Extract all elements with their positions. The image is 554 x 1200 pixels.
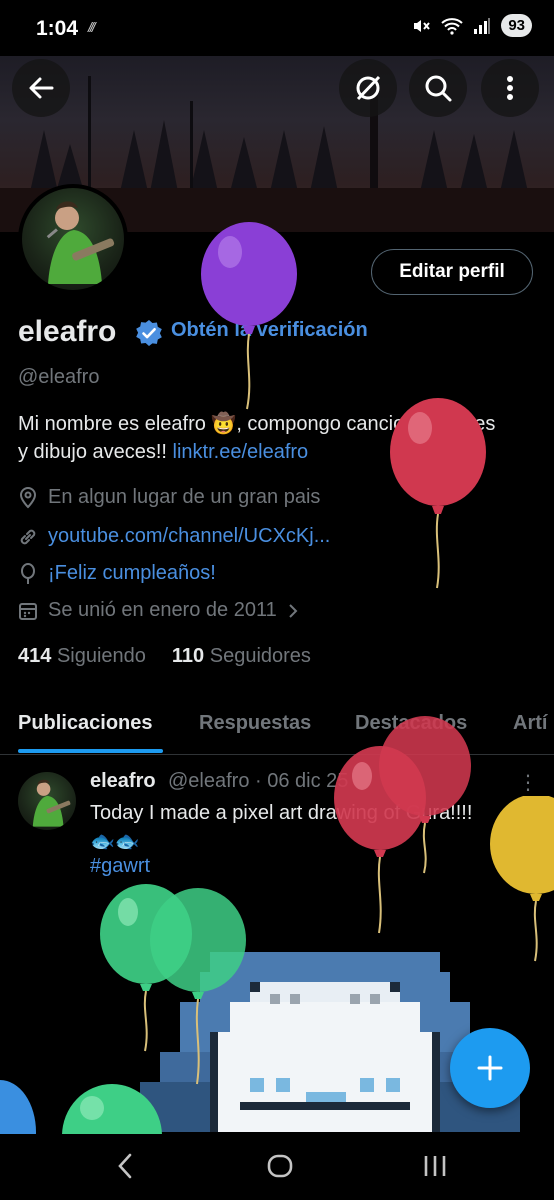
mute-icon (414, 19, 431, 32)
green-balloon-icon (150, 888, 246, 1085)
blue-balloon-icon (0, 1080, 36, 1134)
signal-icon (474, 17, 491, 34)
profile-handle: @eleafro (18, 366, 100, 388)
profile-avatar[interactable] (18, 184, 128, 294)
vertical-ellipsis-icon (507, 76, 513, 100)
birthday-link[interactable]: ¡Feliz cumpleaños! (48, 562, 216, 585)
yellow-balloon-icon (490, 796, 554, 962)
website-row: youtube.com/channel/UCXcKj... (18, 525, 330, 548)
status-time: 1:04 (36, 17, 79, 40)
nav-back-icon[interactable] (116, 1152, 134, 1180)
compose-fab[interactable] (450, 1028, 530, 1108)
nav-recents-icon[interactable] (422, 1152, 448, 1180)
followers-stat[interactable]: 110 Seguidores (172, 645, 311, 668)
post-menu-button[interactable]: ⋮ (518, 770, 538, 795)
display-name: eleafro (18, 315, 117, 348)
joined-row[interactable]: Se unió en enero de 2011 (18, 599, 299, 622)
active-tab-indicator (18, 749, 163, 753)
birthday-row: ¡Feliz cumpleaños! (18, 562, 216, 585)
post-emoji: 🐟🐟 (90, 831, 140, 853)
wifi-icon (441, 17, 463, 35)
search-icon (425, 75, 452, 102)
post-avatar[interactable] (18, 772, 76, 830)
verified-badge-icon[interactable] (135, 319, 163, 347)
red-balloon-icon (334, 746, 426, 934)
plus-icon (477, 1055, 503, 1081)
back-button[interactable] (12, 59, 70, 117)
tab-publicaciones[interactable]: Publicaciones (18, 712, 153, 735)
post-author[interactable]: eleafro (90, 770, 156, 793)
post-handle-date: @eleafro · 06 dic 25 (168, 770, 349, 792)
follow-stats: 414 Siguiendo 110 Seguidores (18, 645, 311, 668)
location-text: En algun lugar de un gran pais (48, 486, 321, 508)
location-row: En algun lugar de un gran pais (18, 486, 320, 509)
followers-count: 110 (171, 645, 205, 667)
joined-text: Se unió en enero de 2011 (48, 599, 277, 621)
post-hashtag[interactable]: #gawrt (90, 855, 150, 878)
bio-link[interactable]: linktr.ee/eleafro (173, 441, 309, 463)
following-count: 414 (18, 645, 52, 667)
status-icons: 93 (411, 14, 532, 37)
status-bar: 1:04 /// 93 (0, 0, 554, 56)
circle-slash-icon (356, 75, 381, 101)
balloon-icon (21, 562, 35, 584)
location-pin-icon (19, 486, 37, 508)
nav-home-icon[interactable] (266, 1152, 294, 1180)
green-balloon-icon (62, 1084, 162, 1134)
red-balloon-icon (390, 398, 486, 589)
purple-balloon-icon (201, 222, 297, 410)
battery-indicator: 93 (501, 14, 532, 37)
following-stat[interactable]: 414 Siguiendo (18, 645, 146, 668)
link-icon (20, 529, 36, 544)
status-extra-icon: /// (88, 19, 96, 35)
search-button[interactable] (409, 59, 467, 117)
following-label: Siguiendo (56, 645, 146, 667)
more-button[interactable] (481, 59, 539, 117)
followers-label: Seguidores (209, 645, 311, 667)
arrow-left-icon (29, 77, 54, 99)
circle-slash-button[interactable] (339, 59, 397, 117)
calendar-icon (19, 602, 37, 620)
chevron-right-icon (289, 603, 298, 618)
edit-profile-button[interactable]: Editar perfil (371, 249, 533, 295)
system-nav-bar (0, 1132, 554, 1200)
tab-respuestas[interactable]: Respuestas (199, 712, 311, 735)
tab-articulos[interactable]: Artí (513, 712, 547, 735)
website-link[interactable]: youtube.com/channel/UCXcKj... (48, 525, 330, 548)
